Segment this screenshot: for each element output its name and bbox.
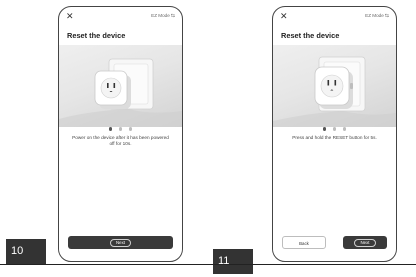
pager-dot[interactable] — [118, 127, 123, 131]
back-button[interactable]: Back — [282, 236, 326, 249]
pager — [273, 120, 396, 131]
ez-mode-link[interactable]: EZ Mode⇆ — [151, 13, 175, 19]
step-number-badge: 11 — [213, 249, 253, 274]
next-button[interactable]: Next — [68, 236, 173, 249]
top-bar: ✕ EZ Mode⇆ — [273, 12, 396, 22]
plug-illustration — [273, 45, 396, 127]
close-icon[interactable]: ✕ — [280, 12, 288, 21]
next-button-label: Next — [109, 238, 132, 247]
swap-icon: ⇆ — [170, 13, 175, 19]
pager — [59, 120, 182, 131]
page-title: Reset the device — [281, 31, 340, 40]
pager-dot[interactable] — [332, 127, 337, 131]
smart-plug-image — [59, 58, 182, 127]
ez-mode-label: EZ Mode — [365, 13, 384, 18]
pager-dot[interactable] — [322, 127, 327, 131]
reset-button-graphic — [350, 83, 353, 89]
smart-plug-image — [273, 56, 396, 127]
close-icon[interactable]: ✕ — [66, 12, 74, 21]
page-title: Reset the device — [67, 31, 126, 40]
next-button-label: Next — [354, 238, 376, 247]
ez-mode-label: EZ Mode — [151, 13, 170, 18]
instruction-text: Press and hold the RESET button for 5s. — [292, 135, 377, 140]
instruction-text: Power on the device after it has been po… — [72, 135, 169, 147]
pager-dot[interactable] — [128, 127, 133, 131]
swap-icon: ⇆ — [384, 13, 389, 19]
top-bar: ✕ EZ Mode⇆ — [59, 12, 182, 22]
pager-dot[interactable] — [108, 127, 113, 131]
next-button[interactable]: Next — [343, 236, 387, 249]
plug-illustration — [59, 45, 182, 127]
step-number-badge: 10 — [6, 239, 46, 264]
ez-mode-link[interactable]: EZ Mode⇆ — [365, 13, 389, 19]
pager-dot[interactable] — [342, 127, 347, 131]
phone-screen-step-10: ✕ EZ Mode⇆ Reset the device Power on the… — [58, 6, 183, 262]
page-divider — [0, 264, 416, 265]
phone-screen-step-11: ✕ EZ Mode⇆ Reset the device Press and ho… — [272, 6, 397, 262]
